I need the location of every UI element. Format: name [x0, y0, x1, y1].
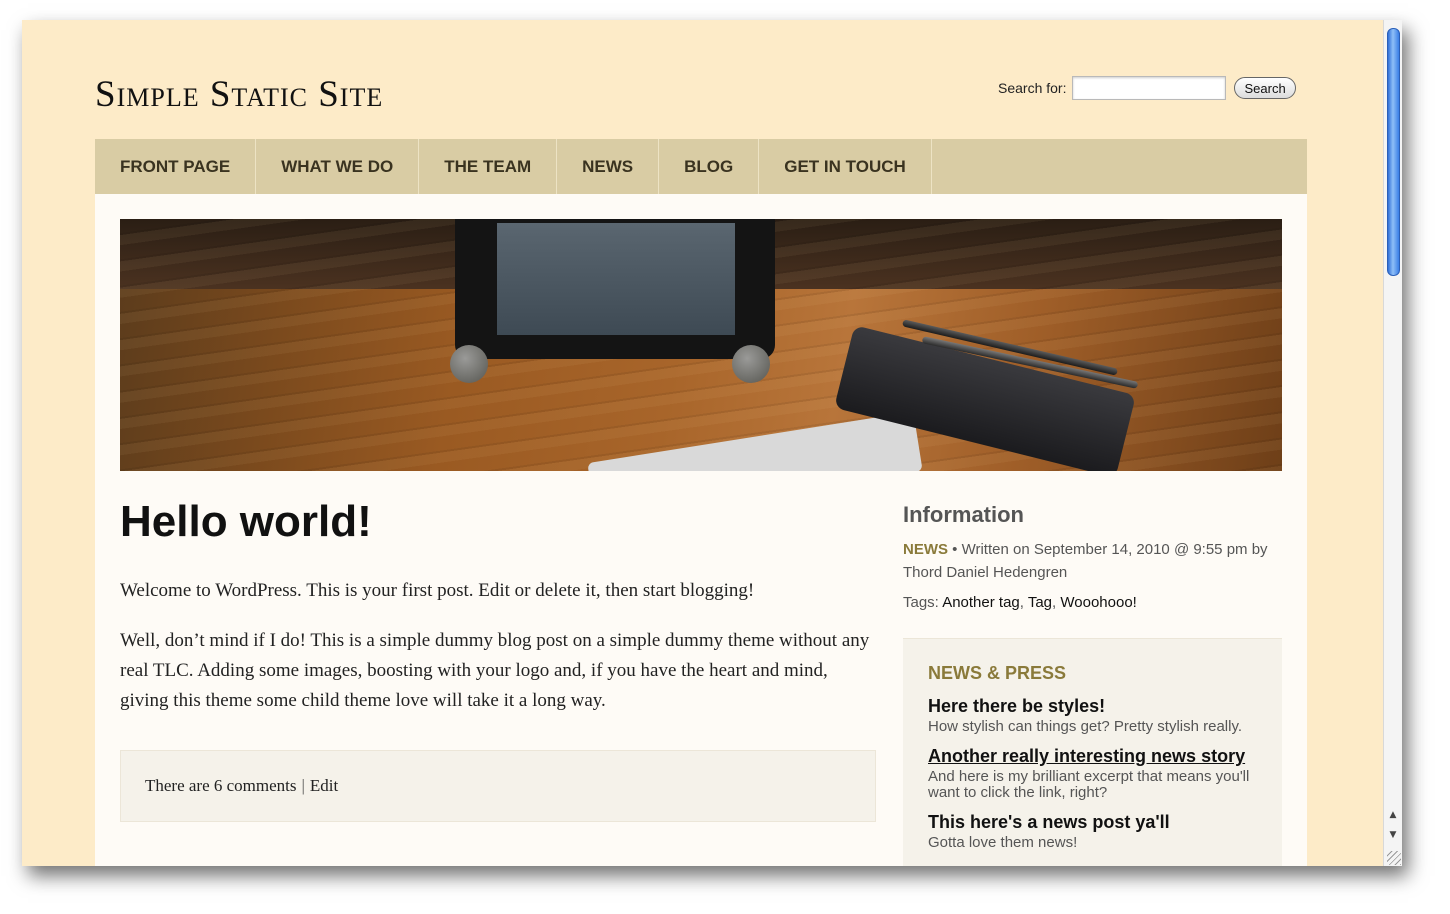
tag-link[interactable]: Wooohooo! [1060, 594, 1136, 611]
hero-image [120, 219, 1282, 471]
news-item-title[interactable]: Here there be styles! [928, 695, 1268, 717]
news-list: Here there be styles! How stylish can th… [928, 695, 1268, 861]
news-item: Here there be styles! How stylish can th… [928, 695, 1268, 735]
post-paragraph: Well, don’t mind if I do! This is a simp… [120, 630, 870, 711]
search-button[interactable]: Search [1234, 77, 1296, 99]
post-body: Welcome to WordPress. This is your first… [120, 576, 880, 736]
footer-separator: | [301, 776, 305, 795]
post-meta: NEWS • Written on September 14, 2010 @ 9… [903, 538, 1283, 584]
scrollbar-thumb[interactable] [1387, 28, 1400, 276]
hero-tablet [455, 219, 775, 359]
edit-link[interactable]: Edit [310, 776, 338, 796]
vertical-scrollbar[interactable]: ▲ ▼ [1383, 20, 1402, 866]
news-item-title[interactable]: Another really interesting news story [928, 745, 1268, 767]
news-item: Another really interesting news story An… [928, 745, 1268, 801]
category-link[interactable]: NEWS [903, 541, 948, 558]
news-press-widget: NEWS & PRESS Here there be styles! How s… [903, 638, 1282, 866]
post-meta-text: • Written on September 14, 2010 @ 9:55 p… [903, 541, 1268, 581]
main-nav: FRONT PAGE WHAT WE DO THE TEAM NEWS BLOG… [95, 139, 1307, 194]
tag-separator: , [1019, 594, 1024, 611]
search-input[interactable] [1072, 76, 1227, 100]
resize-grip-icon[interactable] [1387, 851, 1401, 865]
comments-link[interactable]: There are 6 comments [145, 776, 297, 796]
nav-item-what-we-do[interactable]: WHAT WE DO [256, 139, 420, 194]
site-title[interactable]: Simple Static Site [95, 76, 383, 113]
news-press-heading: NEWS & PRESS [928, 663, 1067, 683]
news-item: This here's a news post ya'll Gotta love… [928, 811, 1268, 851]
hero-tablet-screen [497, 223, 735, 335]
hero-tablet-stand-right [732, 345, 770, 383]
scroll-up-icon[interactable]: ▲ [1387, 808, 1399, 822]
browser-window: Simple Static Site Search for: Search FR… [22, 20, 1402, 866]
news-item-excerpt: And here is my brilliant excerpt that me… [928, 768, 1250, 801]
post-info: Information NEWS • Written on September … [903, 502, 1283, 611]
post-footer: There are 6 comments | Edit [120, 750, 876, 822]
news-item-excerpt: Gotta love them news! [928, 834, 1078, 851]
content-area: Hello world! Welcome to WordPress. This … [95, 194, 1307, 866]
tag-separator: , [1052, 594, 1057, 611]
post-tags: Tags: Another tag, Tag, Wooohooo! [903, 594, 1283, 611]
tags-label: Tags: [903, 594, 939, 611]
tag-link[interactable]: Tag [1028, 594, 1052, 611]
news-item-excerpt: How stylish can things get? Pretty styli… [928, 718, 1243, 735]
hero-tablet-stand-left [450, 345, 488, 383]
news-item-title[interactable]: This here's a news post ya'll [928, 811, 1268, 833]
nav-item-front-page[interactable]: FRONT PAGE [95, 139, 257, 194]
nav-item-news[interactable]: NEWS [557, 139, 660, 194]
search-form: Search for: Search [998, 74, 1296, 102]
nav-item-the-team[interactable]: THE TEAM [419, 139, 558, 194]
tag-link[interactable]: Another tag [942, 594, 1020, 611]
nav-item-blog[interactable]: BLOG [659, 139, 760, 194]
nav-item-get-in-touch[interactable]: GET IN TOUCH [759, 139, 932, 194]
post-paragraph: Welcome to WordPress. This is your first… [120, 580, 755, 601]
search-label: Search for: [998, 80, 1067, 96]
scroll-down-icon[interactable]: ▼ [1387, 828, 1399, 842]
post-title[interactable]: Hello world! [120, 497, 372, 546]
info-heading: Information [903, 502, 1024, 527]
